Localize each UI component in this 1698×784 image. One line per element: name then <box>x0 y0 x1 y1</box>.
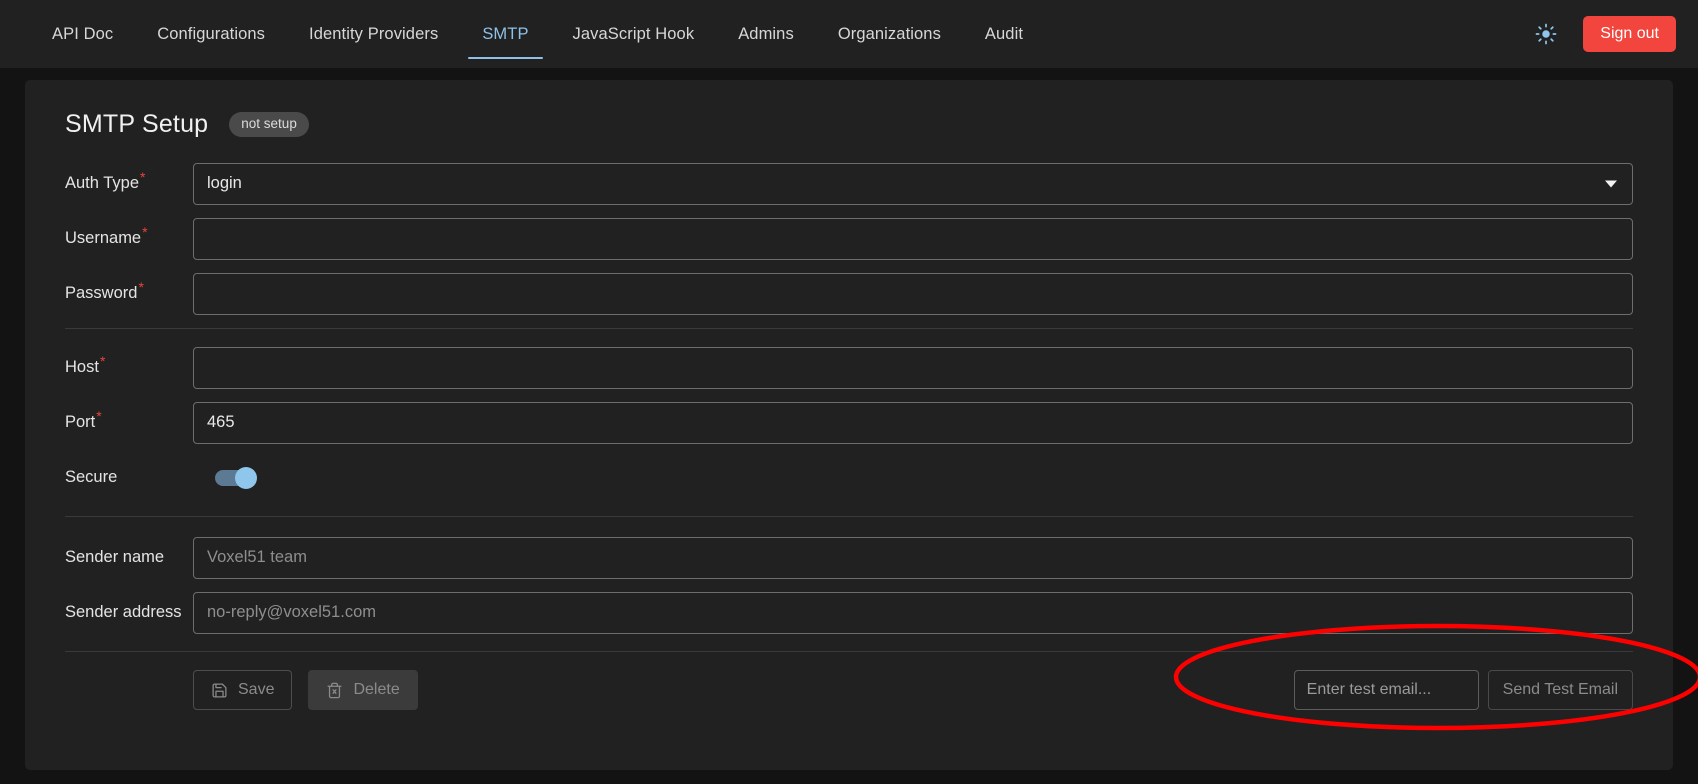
top-navigation-bar: API Doc Configurations Identity Provider… <box>0 0 1698 68</box>
form-row-host: Host* <box>65 345 1633 390</box>
required-marker: * <box>140 168 146 185</box>
status-badge: not setup <box>229 112 309 137</box>
toggle-knob <box>235 466 257 489</box>
form-row-username: Username* <box>65 216 1633 261</box>
username-input[interactable] <box>193 217 1633 260</box>
form-row-sender-name: Sender name <box>65 535 1633 580</box>
tab-label: Audit <box>984 24 1024 43</box>
test-email-input[interactable] <box>1293 670 1479 710</box>
tab-configurations[interactable]: Configurations <box>135 0 287 68</box>
tab-label: SMTP <box>482 24 529 43</box>
label-text: Username <box>65 229 142 248</box>
form-row-sender-address: Sender address <box>65 590 1633 635</box>
username-field <box>193 217 1633 260</box>
label-text: Host <box>65 358 99 377</box>
form-row-password: Password* <box>65 271 1633 316</box>
host-label: Host* <box>65 354 193 377</box>
nav-tabs: API Doc Configurations Identity Provider… <box>30 0 1045 68</box>
password-label: Password* <box>65 280 193 303</box>
topbar-right-group: Sign out <box>1531 0 1676 68</box>
host-input[interactable] <box>193 346 1633 389</box>
sender-name-input[interactable] <box>193 536 1633 579</box>
host-field <box>193 346 1633 389</box>
tab-label: JavaScript Hook <box>572 24 695 43</box>
tab-audit[interactable]: Audit <box>963 0 1045 68</box>
primary-actions: Save Delete <box>193 670 418 710</box>
tab-label: Organizations <box>837 24 941 43</box>
floppy-disk-icon <box>211 682 228 699</box>
form-actions: Save Delete Enter test email... Send Tes… <box>65 670 1633 710</box>
required-marker: * <box>96 407 102 424</box>
sender-name-label: Sender name <box>65 549 193 566</box>
sender-address-input[interactable] <box>193 591 1633 634</box>
save-button[interactable]: Save <box>193 670 293 710</box>
save-label: Save <box>238 681 275 698</box>
tab-javascript-hook[interactable]: JavaScript Hook <box>551 0 717 68</box>
auth-type-select[interactable] <box>193 162 1633 205</box>
tab-label: API Doc <box>52 24 114 43</box>
password-field <box>193 272 1633 315</box>
label-text: Sender name <box>65 548 165 567</box>
required-marker: * <box>142 223 148 240</box>
required-marker: * <box>99 352 106 369</box>
tab-organizations[interactable]: Organizations <box>816 0 963 68</box>
label-text: Secure <box>65 468 118 487</box>
form-row-port: Port* <box>65 400 1633 445</box>
username-label: Username* <box>65 225 193 248</box>
tab-label: Admins <box>738 24 794 43</box>
auth-type-label: Auth Type* <box>65 170 193 193</box>
password-input[interactable] <box>193 272 1633 315</box>
tab-label: Configurations <box>157 24 266 43</box>
smtp-setup-card: SMTP Setup not setup Auth Type* Username… <box>25 80 1673 770</box>
tab-label: Identity Providers <box>309 24 439 43</box>
label-text: Sender address <box>65 603 182 622</box>
sender-name-field <box>193 536 1633 579</box>
section-divider-2 <box>65 516 1633 517</box>
sun-icon[interactable] <box>1531 19 1561 49</box>
port-input[interactable] <box>193 401 1633 444</box>
send-test-email-button[interactable]: Send Test Email <box>1487 670 1633 710</box>
port-field <box>193 401 1633 444</box>
tab-smtp[interactable]: SMTP <box>460 0 550 68</box>
tab-identity-providers[interactable]: Identity Providers <box>287 0 460 68</box>
section-divider-1 <box>65 328 1633 329</box>
sender-address-field <box>193 591 1633 634</box>
port-label: Port* <box>65 409 193 432</box>
tab-api-doc[interactable]: API Doc <box>30 0 135 68</box>
page-title: SMTP Setup <box>65 110 209 138</box>
trash-icon <box>326 682 343 699</box>
form-row-secure: Secure <box>65 455 1633 500</box>
required-marker: * <box>138 278 144 295</box>
label-text: Port <box>65 413 96 432</box>
auth-type-field <box>193 162 1633 205</box>
sign-out-button[interactable]: Sign out <box>1583 15 1676 53</box>
tab-admins[interactable]: Admins <box>716 0 816 68</box>
section-divider-3 <box>65 651 1633 652</box>
delete-label: Delete <box>353 681 400 698</box>
secure-label: Secure <box>65 469 193 486</box>
secure-toggle[interactable] <box>215 466 257 489</box>
label-text: Password <box>65 284 138 303</box>
delete-button[interactable]: Delete <box>308 670 418 710</box>
label-text: Auth Type <box>65 174 140 193</box>
smtp-settings-page: API Doc Configurations Identity Provider… <box>0 0 1698 784</box>
card-header: SMTP Setup not setup <box>25 80 1673 139</box>
form-row-auth-type: Auth Type* <box>65 161 1633 206</box>
test-email-group: Send Test Email <box>1293 670 1633 710</box>
smtp-form: Auth Type* Username* Password* <box>25 139 1673 710</box>
sender-address-label: Sender address <box>65 604 193 621</box>
